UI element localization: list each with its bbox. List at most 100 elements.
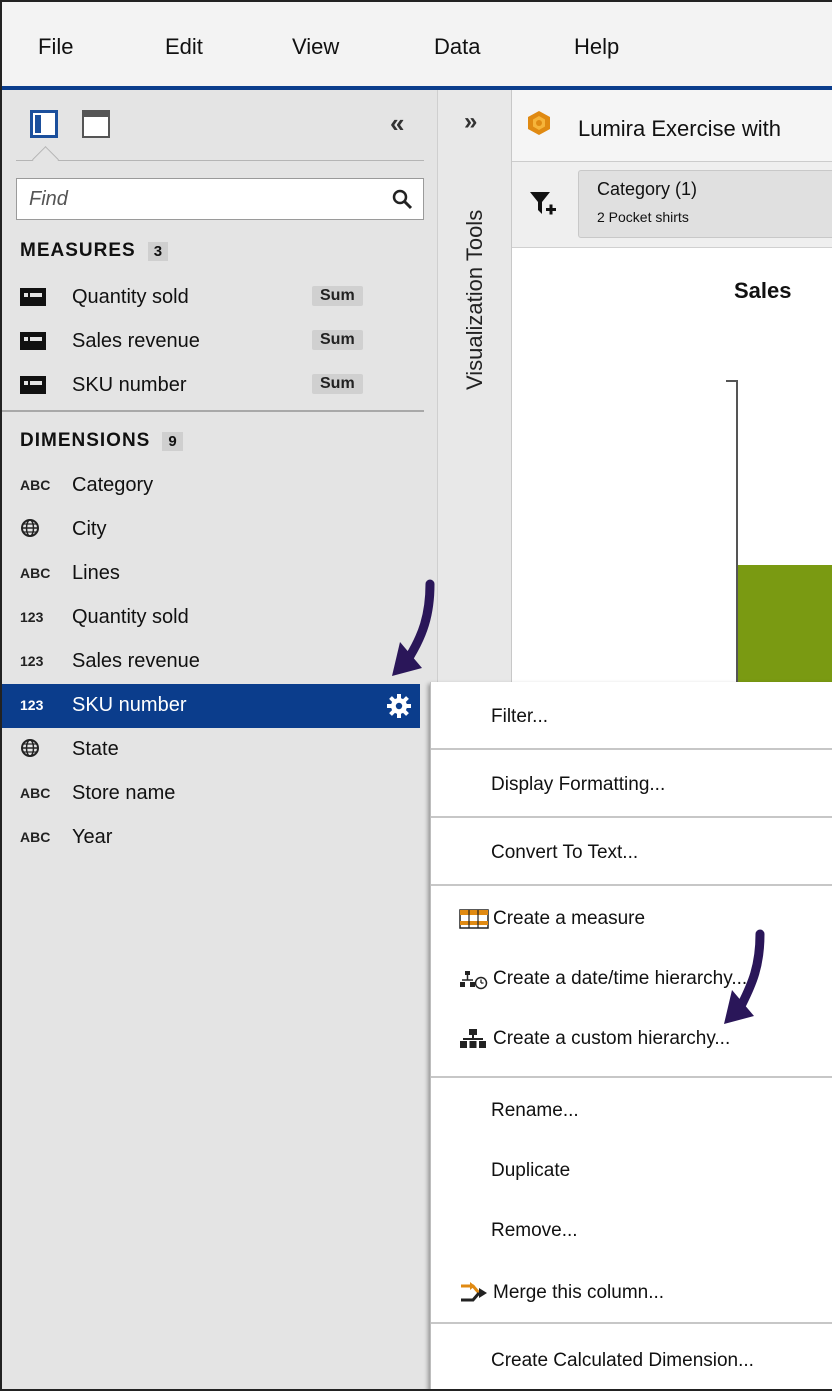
menu-item-display-formatting[interactable]: Display Formatting... [431, 754, 832, 814]
dimensions-count-badge: 9 [162, 432, 183, 451]
numeric-type-icon: 123 [20, 653, 44, 669]
measure-icon [20, 374, 48, 396]
menu-item-label: Create Calculated Dimension... [491, 1350, 754, 1371]
menu-data[interactable]: Data [434, 34, 480, 60]
find-field[interactable] [16, 178, 424, 220]
dimension-label: City [72, 518, 107, 540]
dimension-item[interactable]: State [2, 728, 422, 772]
measure-icon [459, 909, 489, 929]
menu-item-duplicate[interactable]: Duplicate [431, 1140, 832, 1200]
menu-item-filter[interactable]: Filter... [431, 686, 832, 746]
measure-icon [20, 286, 48, 308]
measures-count-badge: 3 [147, 242, 169, 261]
panel-toolbar: « [2, 90, 438, 160]
menu-file[interactable]: File [38, 34, 73, 60]
annotation-arrow [392, 579, 435, 676]
menu-item-rename[interactable]: Rename... [431, 1080, 832, 1140]
filter-chip-title: Category (1) [597, 179, 698, 199]
menu-item-label: Create a date/time hierarchy... [493, 968, 748, 989]
dimension-item[interactable]: City [2, 508, 422, 552]
dimension-label: Lines [72, 562, 120, 584]
menu-item-label: Duplicate [491, 1160, 571, 1181]
data-panel: « MEASURES 3 Quantity sold Sum Sales reve… [2, 90, 438, 1389]
top-panel-layout-icon[interactable] [82, 110, 110, 138]
panel-divider [16, 160, 424, 161]
visualization-tools-label: Visualization Tools [462, 209, 487, 390]
menu-separator [431, 816, 832, 818]
aggregation-badge[interactable]: Sum [312, 330, 363, 350]
aggregation-badge[interactable]: Sum [312, 374, 363, 394]
dimensions-heading-label: DIMENSIONS [20, 430, 151, 451]
menu-separator [431, 884, 832, 886]
dimension-label: Category [72, 474, 154, 496]
menu-item-label: Create a measure [493, 908, 646, 929]
find-input[interactable] [17, 179, 377, 219]
dimension-item-selected[interactable]: 123 SKU number [2, 684, 420, 728]
annotation-arrow [724, 929, 765, 1024]
measures-heading-label: MEASURES [20, 240, 136, 261]
menu-item-label: Remove... [491, 1220, 578, 1241]
menu-item-label: Filter... [491, 706, 549, 727]
filter-chip[interactable]: Category (1) 2 Pocket shirts [578, 170, 832, 238]
menu-separator [431, 1322, 832, 1324]
text-type-icon: ABC [20, 565, 51, 581]
filter-chip-value: 2 Pocket shirts [597, 209, 689, 225]
collapse-panel-icon[interactable]: « [390, 108, 404, 139]
dimension-item[interactable]: 123 Sales revenue [2, 640, 422, 684]
measure-label: Sales revenue [72, 330, 200, 352]
app-window: File Edit View Data Help « MEASURES 3 Qua… [0, 0, 832, 1391]
dimension-item[interactable]: ABC Category [2, 464, 422, 508]
merge-icon [461, 1282, 487, 1302]
lumira-dataset-icon [528, 111, 550, 135]
measure-icon [20, 330, 48, 352]
text-type-icon: ABC [20, 785, 51, 801]
menu-item-label: Convert To Text... [491, 842, 639, 863]
geo-globe-icon [20, 518, 48, 540]
context-menu: Filter... Display Formatting... Convert … [430, 682, 832, 1389]
measure-label: Quantity sold [72, 286, 189, 308]
menu-help[interactable]: Help [574, 34, 619, 60]
measure-item[interactable]: Sales revenue Sum [2, 320, 422, 364]
filter-bar: Category (1) 2 Pocket shirts [512, 162, 832, 248]
gear-icon[interactable] [386, 693, 412, 719]
menu-item-remove[interactable]: Remove... [431, 1200, 832, 1260]
expand-panel-icon[interactable]: » [464, 108, 477, 136]
measures-heading: MEASURES 3 [20, 240, 169, 262]
dimension-label: SKU number [72, 694, 187, 716]
side-panel-layout-icon[interactable] [30, 110, 58, 138]
menu-item-convert-to-text[interactable]: Convert To Text... [431, 822, 832, 882]
menu-item-create-calculated-dimension[interactable]: Create Calculated Dimension... [431, 1330, 832, 1389]
menu-view[interactable]: View [292, 34, 339, 60]
dimension-item[interactable]: ABC Lines [2, 552, 422, 596]
measure-item[interactable]: SKU number Sum [2, 364, 422, 408]
numeric-type-icon: 123 [20, 609, 44, 625]
dimension-item[interactable]: 123 Quantity sold [2, 596, 422, 640]
menubar: File Edit View Data Help [2, 2, 832, 90]
geo-globe-icon [20, 738, 48, 760]
menu-item-label: Create a custom hierarchy... [493, 1028, 731, 1049]
hierarchy-icon [460, 1029, 486, 1048]
menu-item-label: Display Formatting... [491, 774, 666, 795]
document-tab[interactable]: Lumira Exercise with [512, 90, 832, 162]
dimension-label: State [72, 738, 119, 760]
menu-item-merge-column[interactable]: Merge this column... [431, 1262, 832, 1322]
text-type-icon: ABC [20, 477, 51, 493]
measure-item[interactable]: Quantity sold Sum [2, 276, 422, 320]
dimension-item[interactable]: ABC Year [2, 816, 422, 860]
numeric-type-icon: 123 [20, 697, 44, 713]
measure-label: SKU number [72, 374, 187, 396]
dimensions-heading: DIMENSIONS 9 [20, 430, 183, 452]
dimension-item[interactable]: ABC Store name [2, 772, 422, 816]
chart-title: Sales [734, 278, 792, 303]
dimension-label: Year [72, 826, 113, 848]
search-icon[interactable] [391, 188, 413, 210]
dimension-label: Sales revenue [72, 650, 200, 672]
menu-separator [431, 748, 832, 750]
menu-item-label: Merge this column... [493, 1282, 665, 1303]
document-title: Lumira Exercise with [578, 116, 781, 141]
aggregation-badge[interactable]: Sum [312, 286, 363, 306]
menu-item-label: Rename... [491, 1100, 579, 1121]
menu-separator [431, 1076, 832, 1078]
add-filter-icon[interactable] [528, 188, 558, 220]
menu-edit[interactable]: Edit [165, 34, 203, 60]
